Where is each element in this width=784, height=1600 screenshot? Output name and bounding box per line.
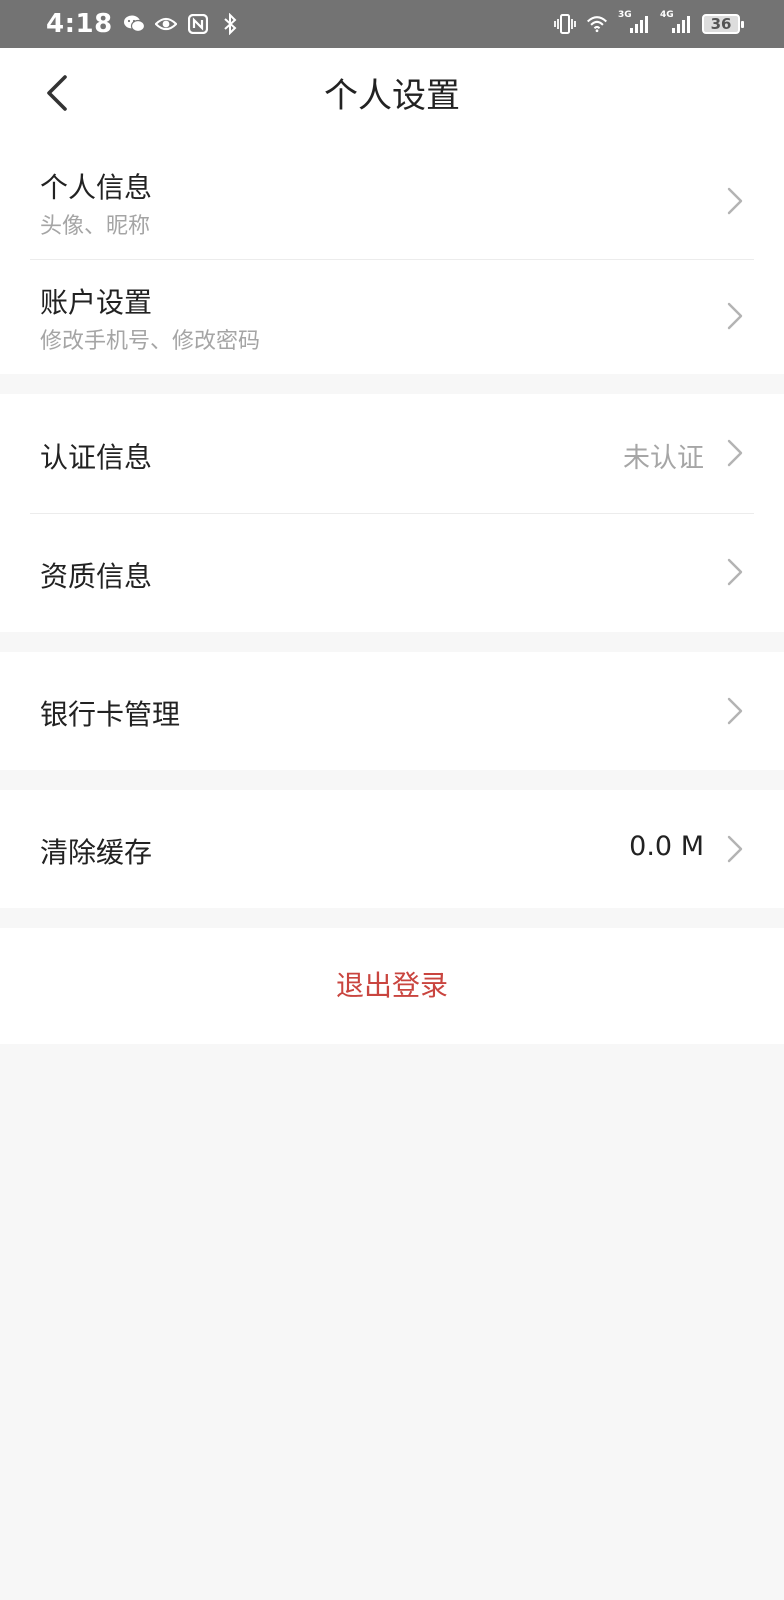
account-settings-row[interactable]: 账户设置 修改手机号、修改密码	[0, 259, 784, 374]
auth-info-title: 认证信息	[40, 441, 153, 474]
eye-icon	[154, 13, 177, 35]
bluetooth-icon	[219, 13, 241, 35]
signal-3g-icon: 3G	[618, 10, 650, 35]
logout-button[interactable]: 退出登录	[0, 928, 784, 1044]
personal-info-row[interactable]: 个人信息 头像、昵称	[0, 144, 784, 259]
logout-group: 退出登录	[0, 928, 784, 1044]
cache-size-value: 0.0 M	[629, 831, 704, 862]
bank-group: 银行卡管理	[0, 652, 784, 770]
network-3g-label: 3G	[618, 10, 632, 20]
account-settings-title: 账户设置	[40, 286, 153, 319]
auth-status-value: 未认证	[623, 443, 704, 474]
qualification-info-row[interactable]: 资质信息	[0, 513, 784, 632]
chevron-right-icon	[727, 439, 743, 467]
bank-card-row[interactable]: 银行卡管理	[0, 652, 784, 770]
clear-cache-row[interactable]: 清除缓存 0.0 M	[0, 790, 784, 908]
page-title: 个人设置	[324, 76, 460, 116]
wifi-icon	[586, 13, 608, 35]
qualification-info-title: 资质信息	[40, 560, 153, 593]
clear-cache-title: 清除缓存	[40, 836, 153, 869]
chevron-right-icon	[727, 302, 743, 330]
vibrate-icon	[554, 13, 576, 35]
chevron-right-icon	[727, 697, 743, 725]
network-4g-label: 4G	[660, 10, 674, 20]
header: 个人设置	[0, 48, 784, 144]
wechat-icon	[123, 13, 145, 35]
status-bar: 4:18 3G 4G 36	[0, 0, 784, 48]
account-settings-subtitle: 修改手机号、修改密码	[40, 329, 261, 354]
cache-group: 清除缓存 0.0 M	[0, 790, 784, 908]
status-right: 3G 4G 36	[554, 10, 744, 35]
battery-indicator: 36	[702, 14, 744, 34]
signal-4g-icon: 4G	[660, 10, 692, 35]
personal-info-title: 个人信息	[40, 171, 153, 204]
profile-group: 个人信息 头像、昵称 账户设置 修改手机号、修改密码	[0, 144, 784, 374]
chevron-right-icon	[727, 558, 743, 586]
personal-info-subtitle: 头像、昵称	[40, 214, 151, 239]
chevron-right-icon	[727, 187, 743, 215]
bank-card-title: 银行卡管理	[40, 698, 181, 731]
status-time: 4:18	[46, 9, 113, 39]
verification-group: 认证信息 未认证 资质信息	[0, 394, 784, 632]
nfc-icon	[187, 13, 209, 35]
chevron-right-icon	[727, 835, 743, 863]
auth-info-row[interactable]: 认证信息 未认证	[0, 394, 784, 513]
status-left: 4:18	[46, 9, 241, 39]
